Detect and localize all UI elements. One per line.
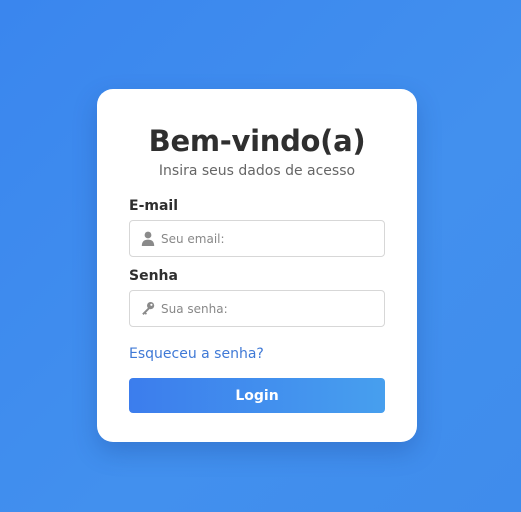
email-field[interactable] [129,220,385,257]
page-subtitle: Insira seus dados de acesso [158,163,356,179]
forgot-password-link[interactable]: Esqueceu a senha? [129,345,264,363]
key-icon [142,302,155,315]
login-button[interactable]: Login [129,378,385,413]
login-card: Bem-vindo(a) Insira seus dados de acesso… [97,89,417,442]
password-input[interactable] [161,291,376,326]
password-label: Senha [129,268,178,284]
password-field[interactable] [129,290,385,327]
email-label: E-mail [129,198,179,214]
page-title: Bem-vindo(a) [148,124,366,158]
user-icon [141,231,155,246]
email-input[interactable] [161,221,376,256]
